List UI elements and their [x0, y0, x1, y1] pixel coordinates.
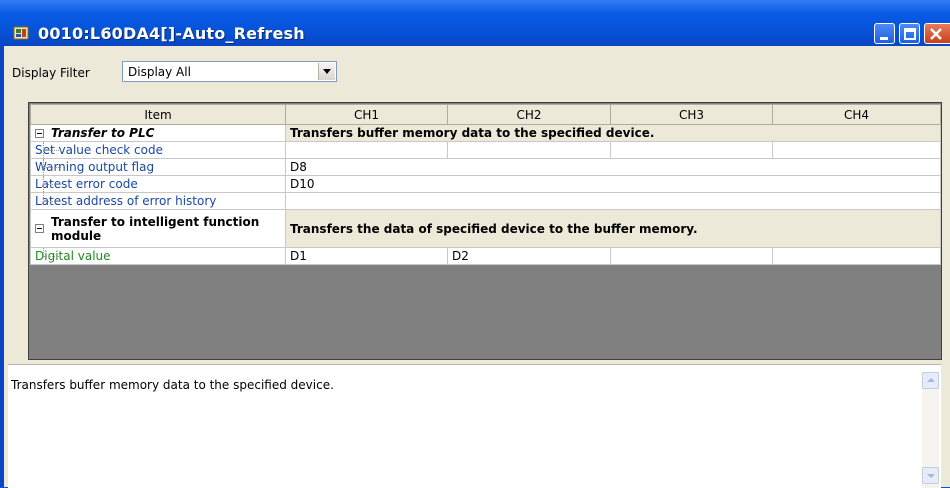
app-icon [13, 26, 29, 40]
settings-grid: Item CH1 CH2 CH3 CH4 Transfer to PLC Tra… [28, 102, 942, 360]
table-row: Transfer to PLC Transfers buffer memory … [30, 124, 941, 142]
cell-value[interactable]: D8 [285, 158, 941, 176]
close-button[interactable] [924, 23, 950, 44]
cell-value[interactable] [285, 192, 941, 210]
collapse-icon[interactable] [35, 129, 44, 138]
group-description: Transfers the data of specified device t… [285, 209, 941, 248]
column-header-ch2[interactable]: CH2 [447, 104, 611, 125]
group-description: Transfers buffer memory data to the spec… [285, 124, 941, 142]
tree-branch [43, 184, 61, 185]
table-row: Warning output flag D8 [30, 158, 941, 176]
group-label: Transfer to PLC [51, 126, 155, 140]
column-header-ch4[interactable]: CH4 [772, 104, 941, 125]
column-header-item[interactable]: Item [30, 104, 286, 125]
collapse-icon[interactable] [35, 224, 44, 233]
group-row-transfer-to-plc[interactable]: Transfer to PLC [30, 124, 286, 142]
item-latest-error-code[interactable]: Latest error code [30, 175, 286, 193]
item-warning-output-flag[interactable]: Warning output flag [30, 158, 286, 176]
table-header-row: Item CH1 CH2 CH3 CH4 [30, 104, 941, 125]
item-latest-address-of-error-history[interactable]: Latest address of error history [30, 192, 286, 210]
cell-ch2[interactable]: D2 [447, 247, 611, 265]
display-filter-value: Display All [128, 65, 191, 79]
scroll-up-icon[interactable] [922, 372, 939, 389]
maximize-button[interactable] [899, 23, 920, 44]
tree-branch [43, 150, 61, 151]
window-title: 0010:L60DA4[]-Auto_Refresh [38, 24, 305, 43]
tree-branch [43, 167, 61, 168]
table-row: Set value check code [30, 141, 941, 159]
description-panel: Transfers buffer memory data to the spec… [8, 364, 941, 488]
window-client: Display Filter Display All Item CH1 CH2 … [4, 46, 950, 488]
settings-table: Item CH1 CH2 CH3 CH4 Transfer to PLC Tra… [30, 104, 941, 265]
column-header-ch3[interactable]: CH3 [610, 104, 773, 125]
cell-ch2[interactable] [447, 141, 611, 159]
cell-value[interactable]: D10 [285, 175, 941, 193]
table-row: Latest error code D10 [30, 175, 941, 193]
title-bar[interactable]: 0010:L60DA4[]-Auto_Refresh [0, 0, 950, 46]
cell-ch3[interactable] [610, 247, 773, 265]
table-row: Latest address of error history [30, 192, 941, 210]
table-row: Transfer to intelligent function module … [30, 209, 941, 248]
table-row: Digital value D1 D2 [30, 247, 941, 265]
tree-branch [43, 201, 61, 202]
cell-ch4[interactable] [772, 141, 941, 159]
group-row-transfer-to-intelligent-function-module[interactable]: Transfer to intelligent function module [30, 209, 286, 248]
column-header-ch1[interactable]: CH1 [285, 104, 448, 125]
cell-ch4[interactable] [772, 247, 941, 265]
close-icon [930, 28, 942, 40]
cell-ch1[interactable] [285, 141, 448, 159]
minimize-button[interactable] [874, 23, 895, 44]
cell-ch3[interactable] [610, 141, 773, 159]
maximize-icon [904, 28, 916, 40]
item-set-value-check-code[interactable]: Set value check code [30, 141, 286, 159]
tree-branch [43, 256, 61, 257]
item-digital-value[interactable]: Digital value [30, 247, 286, 265]
scroll-down-icon[interactable] [922, 467, 939, 484]
chevron-down-icon[interactable] [318, 63, 335, 80]
display-filter-label: Display Filter [12, 66, 90, 80]
display-filter-select[interactable]: Display All [122, 61, 337, 82]
description-text: Transfers buffer memory data to the spec… [11, 378, 334, 392]
cell-ch1[interactable]: D1 [285, 247, 448, 265]
item-label: Latest address of error history [35, 194, 217, 208]
group-label: Transfer to intelligent function module [51, 214, 260, 243]
vertical-scrollbar[interactable] [922, 372, 939, 488]
minimize-icon [880, 37, 888, 40]
